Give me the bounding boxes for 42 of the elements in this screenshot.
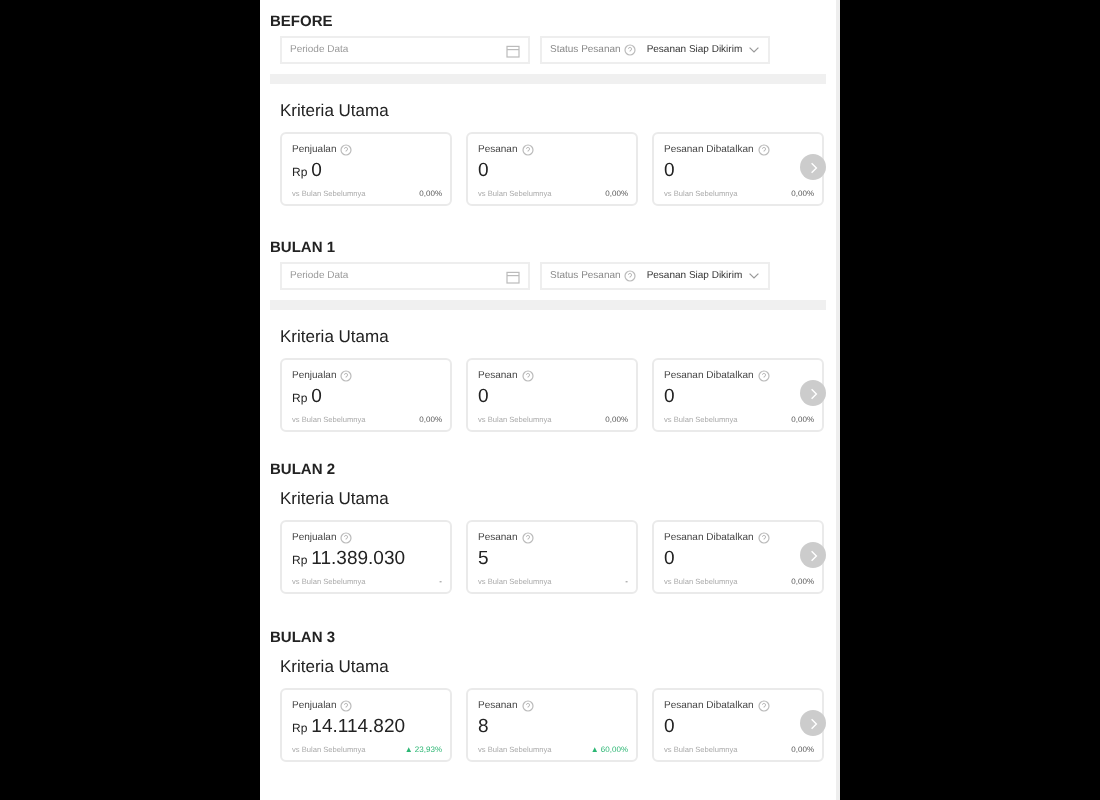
chevron-right-icon bbox=[809, 717, 817, 729]
help-icon bbox=[340, 531, 353, 543]
next-button[interactable] bbox=[800, 542, 826, 568]
next-button[interactable] bbox=[800, 710, 826, 736]
section-heading: Kriteria Utama bbox=[280, 100, 391, 122]
chevron-right-icon bbox=[809, 549, 817, 561]
chevron-down-icon bbox=[748, 272, 761, 280]
section-heading: Kriteria Utama bbox=[280, 488, 391, 510]
metric-value: 8 bbox=[478, 716, 489, 738]
help-icon bbox=[340, 143, 353, 155]
section-heading: Kriteria Utama bbox=[280, 326, 391, 348]
next-button[interactable] bbox=[800, 154, 826, 180]
metric-value: 0 bbox=[664, 160, 675, 182]
chevron-right-icon bbox=[809, 161, 817, 173]
help-icon bbox=[521, 531, 534, 543]
metric-value: 11.389.030 bbox=[311, 548, 406, 570]
calendar-icon bbox=[506, 43, 520, 57]
help-icon bbox=[757, 143, 770, 155]
help-icon bbox=[340, 699, 353, 711]
help-icon bbox=[340, 369, 353, 381]
help-icon bbox=[624, 270, 637, 282]
next-button[interactable] bbox=[800, 380, 826, 406]
metric-value: 0 bbox=[664, 548, 675, 570]
help-icon bbox=[757, 699, 770, 711]
section-heading: Kriteria Utama bbox=[280, 656, 391, 678]
help-icon bbox=[521, 369, 534, 381]
metric-value: 0 bbox=[311, 386, 322, 408]
metric-value: 14.114.820 bbox=[311, 716, 406, 738]
metric-value: 0 bbox=[311, 160, 322, 182]
help-icon bbox=[521, 143, 534, 155]
metric-value: 0 bbox=[478, 386, 489, 408]
chevron-down-icon bbox=[748, 46, 761, 54]
metric-value: 0 bbox=[664, 386, 675, 408]
metric-value: 0 bbox=[664, 716, 675, 738]
help-icon bbox=[521, 699, 534, 711]
calendar-icon bbox=[506, 269, 520, 283]
help-icon bbox=[624, 44, 637, 56]
metric-value: 5 bbox=[478, 548, 489, 570]
help-icon bbox=[757, 531, 770, 543]
help-icon bbox=[757, 369, 770, 381]
metric-value: 0 bbox=[478, 160, 489, 182]
chevron-right-icon bbox=[809, 387, 817, 399]
